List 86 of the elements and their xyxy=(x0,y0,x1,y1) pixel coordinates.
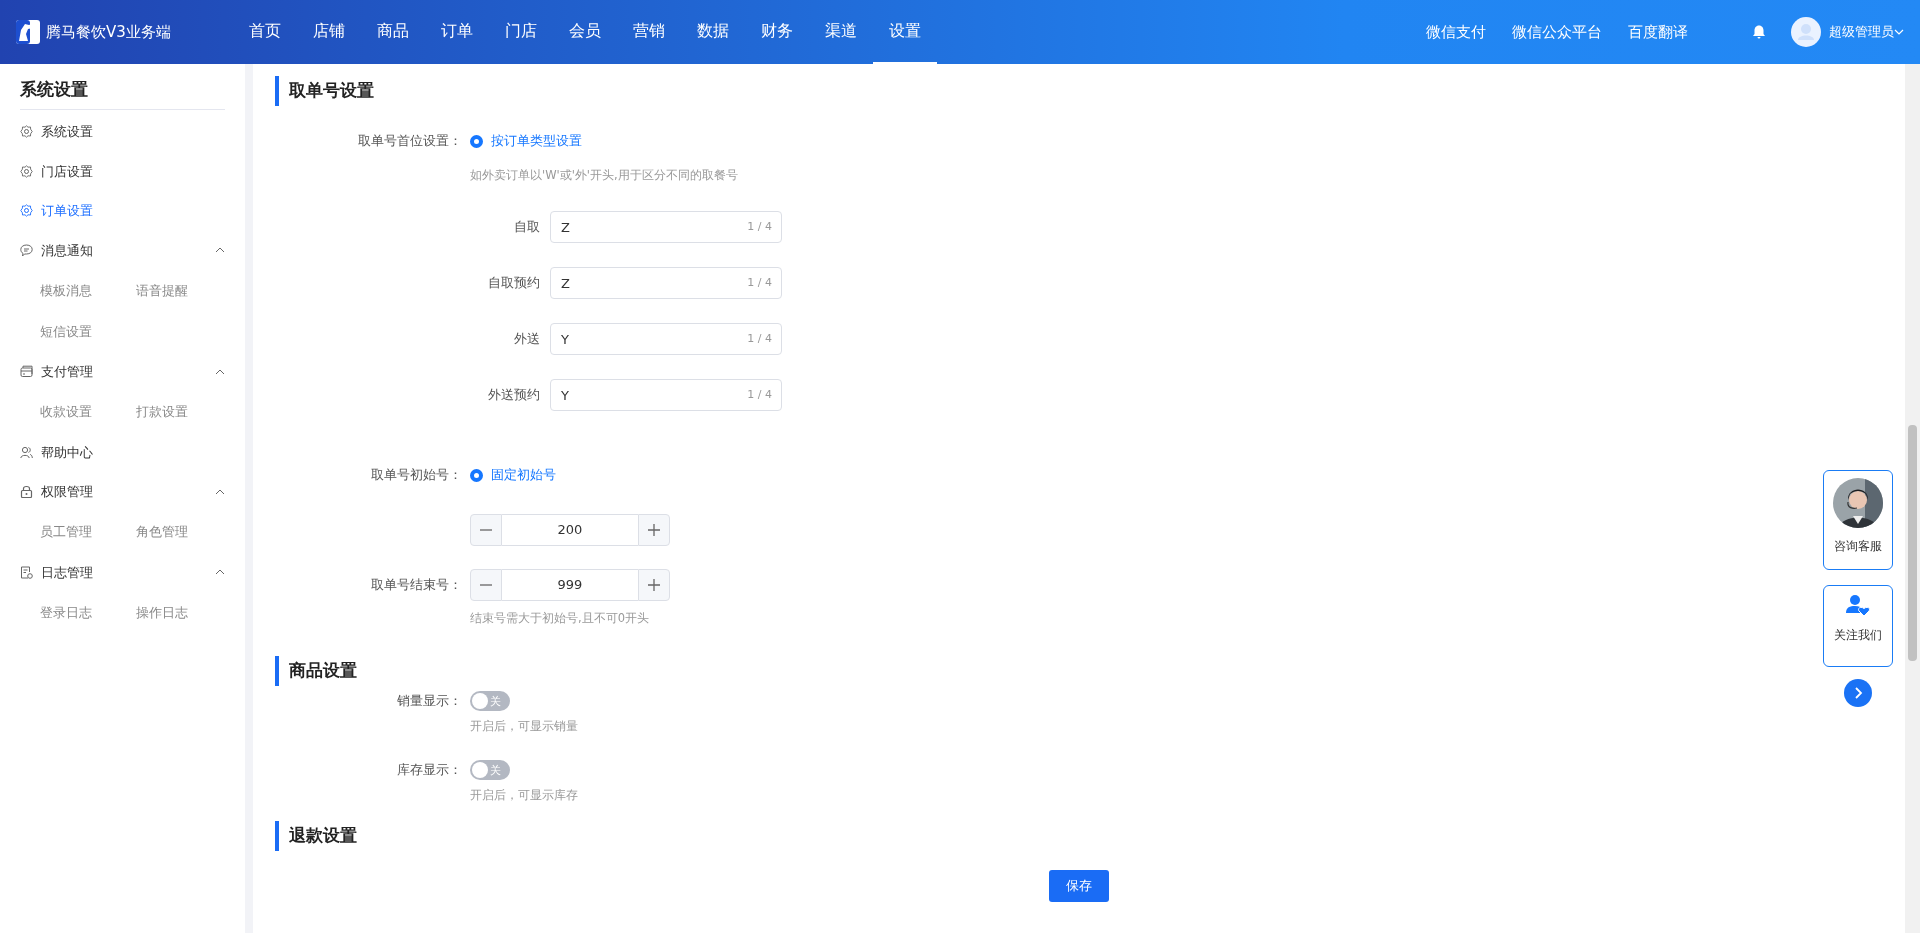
header-link[interactable]: 微信公众平台 xyxy=(1512,20,1602,44)
decrement-button[interactable] xyxy=(470,569,502,601)
number-field[interactable]: 200 xyxy=(502,514,638,546)
decrement-button[interactable] xyxy=(470,514,502,546)
collapse-icon[interactable] xyxy=(215,367,225,376)
scrollbar[interactable] xyxy=(1905,64,1920,933)
nav-tab[interactable]: 店铺 xyxy=(296,0,361,64)
nav-tab[interactable]: 商品 xyxy=(360,0,425,64)
sidebar-item[interactable]: 帮助中心 xyxy=(41,442,93,462)
nav-tab[interactable]: 数据 xyxy=(680,0,745,64)
field-label: 销量显示： xyxy=(397,693,462,709)
user-avatar[interactable] xyxy=(1791,17,1821,47)
float-button[interactable]: 关注我们 xyxy=(1823,585,1893,667)
sidebar-title: 系统设置 xyxy=(20,64,225,110)
character-counter: 1 / 4 xyxy=(747,331,772,347)
collapse-icon[interactable] xyxy=(215,487,225,496)
collapse-icon[interactable] xyxy=(215,568,225,577)
field-label: 自取预约 xyxy=(487,274,540,293)
increment-button[interactable] xyxy=(638,569,670,601)
sidebar-subitem[interactable]: 操作日志 xyxy=(136,602,188,623)
nav-tab[interactable]: 门店 xyxy=(488,0,553,64)
field-label: 取单号初始号： xyxy=(371,467,462,483)
radio-option[interactable]: 按订单类型设置 xyxy=(470,131,582,151)
field-label: 取单号结束号： xyxy=(371,577,462,593)
sidebar-subitem[interactable]: 打款设置 xyxy=(136,402,188,422)
nav-tab[interactable]: 订单 xyxy=(424,0,489,64)
chevron-right-icon xyxy=(1853,687,1863,699)
gear-icon xyxy=(20,125,33,139)
sidebar-item[interactable]: 消息通知 xyxy=(41,240,93,260)
people-icon xyxy=(20,445,33,459)
field-label: 外送 xyxy=(513,330,540,349)
plus-icon xyxy=(647,578,661,592)
sidebar-subitem[interactable]: 短信设置 xyxy=(40,321,92,342)
sidebar-item[interactable]: 系统设置 xyxy=(41,122,93,142)
caret-icon[interactable] xyxy=(1894,28,1904,36)
card-icon xyxy=(20,365,33,379)
section-title: 退款设置 xyxy=(275,821,1883,851)
document-icon xyxy=(20,565,33,579)
nav-tab[interactable]: 营销 xyxy=(616,0,681,64)
bell-icon[interactable] xyxy=(1751,24,1767,40)
increment-button[interactable] xyxy=(638,514,670,546)
nav-tab[interactable]: 财务 xyxy=(744,0,809,64)
lock-icon xyxy=(20,485,33,499)
hint-text: 开启后，可显示库存 xyxy=(470,787,578,804)
sidebar-subitem[interactable]: 语音提醒 xyxy=(136,280,188,301)
field-label: 库存显示： xyxy=(397,762,462,778)
header-link[interactable]: 微信支付 xyxy=(1426,20,1486,44)
logo-icon xyxy=(16,20,40,44)
sidebar-subitem[interactable]: 登录日志 xyxy=(40,602,92,623)
radio-option[interactable]: 固定初始号 xyxy=(470,465,556,485)
hint-text: 如外卖订单以'W'或'外'开头,用于区分不同的取餐号 xyxy=(470,167,738,184)
section-title: 取单号设置 xyxy=(275,76,1883,106)
logo-text: 腾马餐饮V3业务端 xyxy=(46,21,171,43)
user-name[interactable]: 超级管理员 xyxy=(1829,22,1894,42)
field-label: 自取 xyxy=(513,218,540,237)
sidebar-item[interactable]: 门店设置 xyxy=(41,161,93,181)
hint-text: 结束号需大于初始号,且不可0开头 xyxy=(470,610,649,627)
sidebar-item[interactable]: 订单设置 xyxy=(41,201,93,221)
field-label: 取单号首位设置： xyxy=(358,133,462,149)
character-counter: 1 / 4 xyxy=(747,219,772,235)
nav-tab[interactable]: 首页 xyxy=(232,0,297,64)
sidebar-subitem[interactable]: 角色管理 xyxy=(136,522,188,542)
chat-icon xyxy=(20,243,33,257)
sidebar-item[interactable]: 日志管理 xyxy=(41,562,93,582)
field-label: 外送预约 xyxy=(487,386,540,405)
sidebar-subitem[interactable]: 收款设置 xyxy=(40,402,92,422)
nav-tab[interactable]: 渠道 xyxy=(808,0,873,64)
nav-tab[interactable]: 会员 xyxy=(552,0,617,64)
user-icon xyxy=(1798,24,1814,40)
character-counter: 1 / 4 xyxy=(747,275,772,291)
gear-icon xyxy=(20,164,33,178)
sidebar-item[interactable]: 支付管理 xyxy=(41,362,93,382)
collapse-icon[interactable] xyxy=(215,246,225,255)
header-link[interactable]: 百度翻译 xyxy=(1628,20,1688,44)
hint-text: 开启后，可显示销量 xyxy=(470,718,578,735)
sidebar-subitem[interactable]: 模板消息 xyxy=(40,280,92,301)
save-button[interactable]: 保存 xyxy=(1049,870,1109,902)
plus-icon xyxy=(647,523,661,537)
next-button[interactable] xyxy=(1844,679,1872,707)
float-button[interactable]: 咨询客服 xyxy=(1823,470,1893,570)
person-heart-icon xyxy=(1845,594,1871,617)
number-field[interactable]: 999 xyxy=(502,569,638,601)
character-counter: 1 / 4 xyxy=(747,387,772,403)
sidebar-item[interactable]: 权限管理 xyxy=(41,482,93,502)
gear-icon xyxy=(20,204,33,218)
sidebar-subitem[interactable]: 员工管理 xyxy=(40,522,92,542)
